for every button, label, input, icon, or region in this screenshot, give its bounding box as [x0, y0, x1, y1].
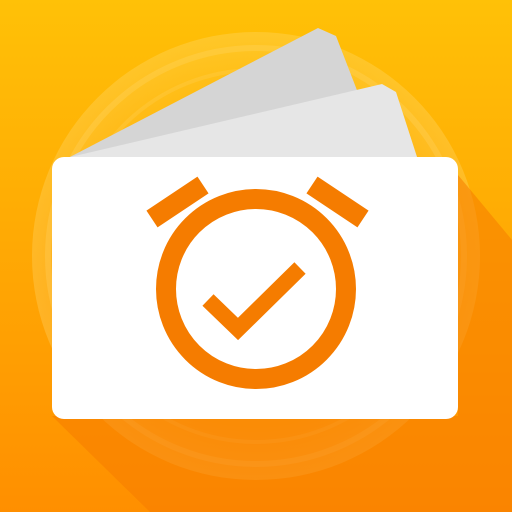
app-icon[interactable]	[0, 0, 512, 512]
